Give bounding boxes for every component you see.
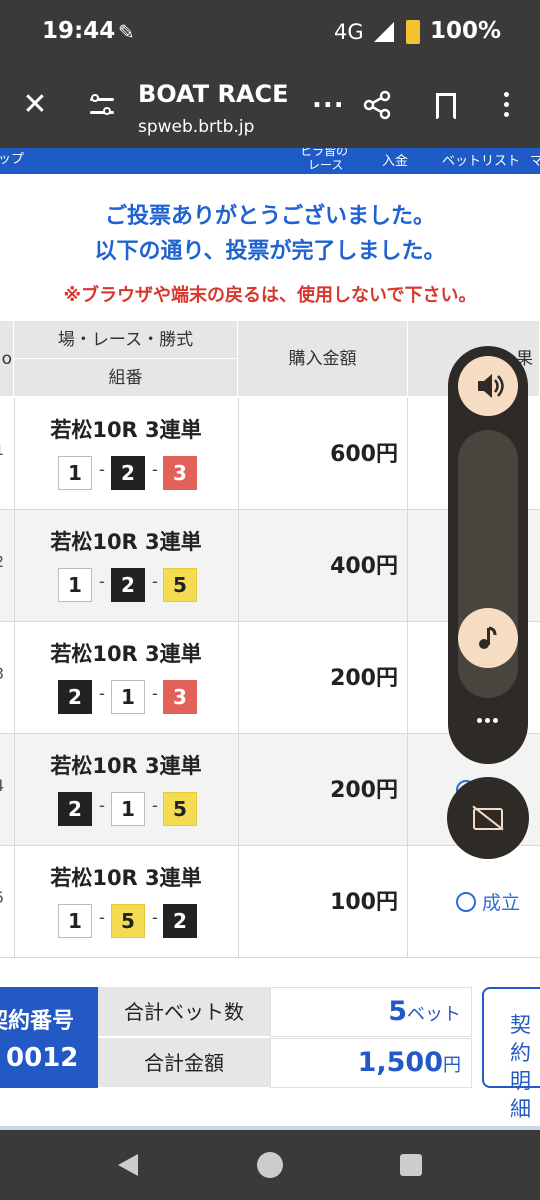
- boat-number: 2: [58, 792, 92, 826]
- race-label: 若松10R 3連単: [50, 530, 202, 554]
- row-no: 1: [0, 440, 4, 459]
- site-nav-strip: ップ ヒラ皆の レース 入金 ベットリスト マ: [0, 148, 540, 174]
- browser-top-bar: 19:44 ✎ 4G 100% ✕ BOAT RACE spweb.brtb.j…: [0, 0, 540, 148]
- row-no: 5: [0, 888, 4, 907]
- page-url[interactable]: spweb.brtb.jp: [138, 117, 254, 137]
- back-icon[interactable]: [118, 1154, 138, 1176]
- boat-number: 5: [163, 568, 197, 602]
- nav-item-race[interactable]: レース: [308, 156, 343, 173]
- home-icon[interactable]: [257, 1152, 283, 1178]
- total-amount-unit: 円: [443, 1055, 461, 1076]
- thanks-message: ご投票ありがとうございました。: [104, 204, 435, 229]
- more-horizontal-icon[interactable]: ...: [312, 84, 345, 114]
- boat-number: 2: [58, 680, 92, 714]
- purchase-amount: 600円: [330, 442, 398, 467]
- page-title: BOAT RACE: [138, 80, 289, 108]
- total-bets-label: 合計ベット数: [98, 987, 270, 1037]
- kebab-menu-icon[interactable]: [494, 90, 518, 120]
- row-no: 2: [0, 552, 4, 571]
- boat-number: 5: [111, 904, 145, 938]
- combination: 2 - 1 - 3: [58, 680, 198, 714]
- header-place-race-type: 場・レース・勝式: [14, 321, 238, 359]
- system-nav-bar: [0, 1130, 540, 1200]
- row-no: 3: [0, 664, 4, 683]
- purchase-amount: 200円: [330, 778, 398, 803]
- captions-off-icon[interactable]: [447, 777, 529, 859]
- boat-number: 2: [111, 456, 145, 490]
- combination: 1 - 2 - 5: [58, 568, 198, 602]
- boat-number: 3: [163, 456, 197, 490]
- speaker-icon[interactable]: [458, 356, 518, 416]
- boat-number: 3: [163, 680, 197, 714]
- combination: 1 - 5 - 2: [58, 904, 198, 938]
- result-status: 成立: [456, 888, 520, 915]
- header-no: o: [0, 321, 14, 397]
- purchase-amount: 400円: [330, 554, 398, 579]
- race-label: 若松10R 3連単: [50, 642, 202, 666]
- signal-icon: [374, 22, 394, 42]
- race-label: 若松10R 3連単: [50, 754, 202, 778]
- row-no: 4: [0, 776, 4, 795]
- boat-number: 2: [111, 568, 145, 602]
- total-bets-value-box: 5ベット: [270, 987, 472, 1037]
- table-row: 5 若松10R 3連単 1 - 5 - 2 100円 成立: [0, 846, 540, 958]
- contract-number-box: 契約番号 0012: [0, 987, 98, 1088]
- contract-detail-button[interactable]: 契約 明細: [482, 987, 540, 1121]
- total-amount-value-box: 1,500円: [270, 1038, 472, 1088]
- close-icon[interactable]: ✕: [20, 90, 50, 120]
- boat-number: 1: [58, 904, 92, 938]
- total-amount-value: 1,500: [357, 1047, 443, 1078]
- network-label: 4G: [334, 20, 364, 44]
- battery-icon: [406, 20, 420, 44]
- race-label: 若松10R 3連単: [50, 866, 202, 890]
- nav-item-more[interactable]: マ: [530, 150, 540, 169]
- nav-item-betlist[interactable]: ベットリスト: [442, 150, 520, 169]
- battery-percent: 100%: [430, 18, 502, 44]
- purchase-amount: 100円: [330, 890, 398, 915]
- total-amount-label: 合計金額: [98, 1038, 270, 1088]
- boat-number: 1: [58, 456, 92, 490]
- contract-label: 契約番号: [0, 1009, 75, 1034]
- purchase-amount: 200円: [330, 666, 398, 691]
- music-note-icon[interactable]: [458, 608, 518, 668]
- recents-icon[interactable]: [400, 1154, 422, 1176]
- combination: 2 - 1 - 5: [58, 792, 198, 826]
- boat-number: 1: [111, 792, 145, 826]
- nav-item-top[interactable]: ップ: [0, 148, 24, 167]
- volume-panel: [448, 346, 528, 764]
- total-bets-value: 5: [388, 996, 407, 1027]
- pin-icon: ✎: [118, 20, 135, 44]
- race-label: 若松10R 3連単: [50, 418, 202, 442]
- boat-number: 2: [163, 904, 197, 938]
- nav-item-deposit[interactable]: 入金: [382, 150, 408, 169]
- bookmark-icon[interactable]: [436, 93, 456, 120]
- warning-message: ※ブラウザや端末の戻るは、使用しないで下さい。: [63, 285, 477, 306]
- more-options-icon[interactable]: [476, 718, 500, 726]
- header-amount: 購入金額: [238, 321, 408, 397]
- share-icon[interactable]: [362, 90, 392, 120]
- boat-number: 5: [163, 792, 197, 826]
- contract-number: 0012: [6, 1043, 79, 1073]
- boat-number: 1: [58, 568, 92, 602]
- complete-message: 以下の通り、投票が完了しました。: [94, 239, 446, 264]
- boat-number: 1: [111, 680, 145, 714]
- total-bets-unit: ベット: [407, 1004, 461, 1025]
- site-settings-icon[interactable]: [88, 92, 118, 120]
- combination: 1 - 2 - 3: [58, 456, 198, 490]
- header-combination: 組番: [14, 359, 238, 397]
- status-time: 19:44: [42, 18, 116, 44]
- circle-icon: [456, 892, 476, 912]
